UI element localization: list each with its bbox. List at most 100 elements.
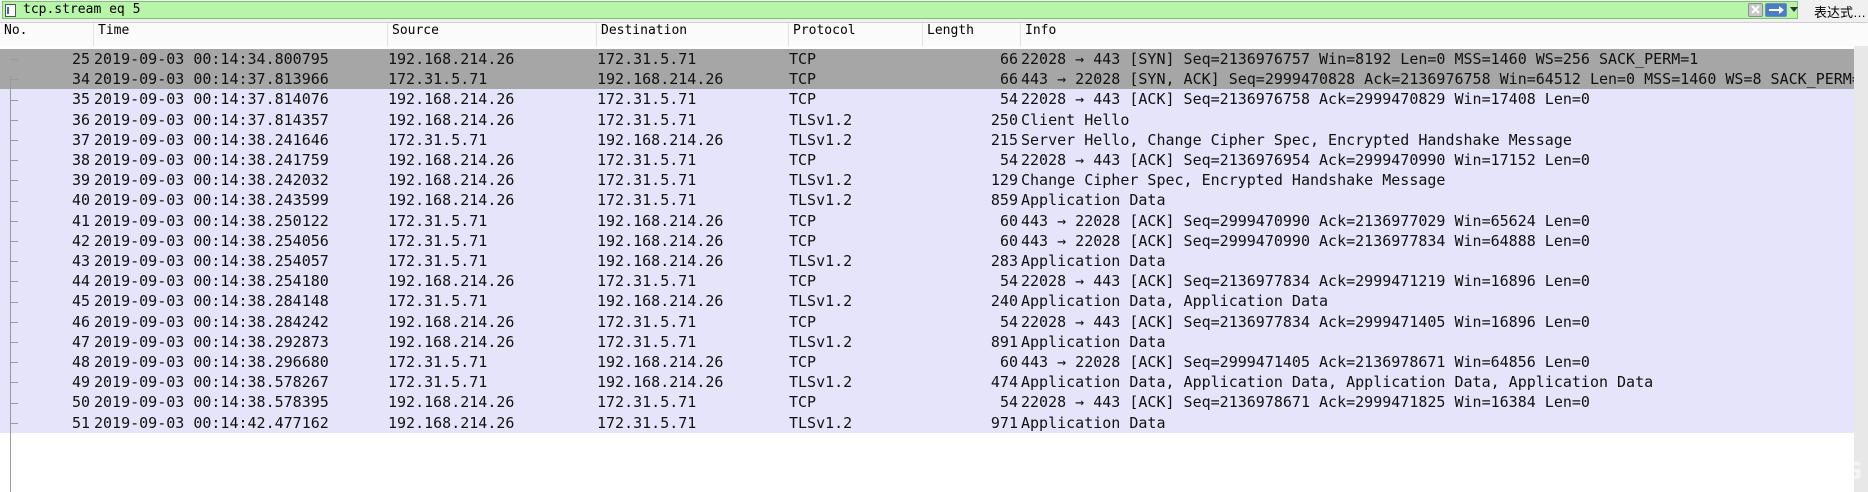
column-header-no[interactable]: No. [0,23,94,46]
packet-length: 54 [999,312,1018,331]
packet-row[interactable]: 36 2019-09-03 00:14:37.814357 192.168.214.… [0,109,1868,130]
column-header-info[interactable]: Info [1021,23,1868,46]
packet-length: 54 [999,272,1018,291]
packet-protocol: TLSv1.2 [789,191,853,210]
column-header-length[interactable]: Length [923,23,1021,46]
packet-destination: 192.168.214.26 [597,231,724,250]
conversation-tree-tick [10,220,18,222]
conversation-tree-tick [10,382,18,384]
packet-protocol: TLSv1.2 [789,332,853,351]
display-filter-input[interactable] [23,2,1743,18]
packet-row[interactable]: 51 2019-09-03 00:14:42.477162 192.168.214.… [0,412,1868,433]
packet-info: Application Data, Application Data, Appl… [1021,373,1654,392]
packet-source: 172.31.5.71 [388,211,488,230]
packet-time: 2019-09-03 00:14:38.292873 [94,332,329,351]
packet-info: Application Data [1021,413,1166,432]
conversation-tree-tick [10,180,18,182]
packet-protocol: TCP [789,70,817,89]
packet-source: 172.31.5.71 [388,373,488,392]
packet-list-scrollbar[interactable] [1854,46,1868,492]
packet-info: Client Hello [1021,110,1130,129]
packet-time: 2019-09-03 00:14:37.814357 [94,110,329,129]
column-header-destination[interactable]: Destination [597,23,789,46]
packet-destination: 172.31.5.71 [597,171,697,190]
packet-row[interactable]: 47 2019-09-03 00:14:38.292873 192.168.214.… [0,331,1868,352]
packet-length: 60 [999,211,1018,230]
packet-row[interactable]: 35 2019-09-03 00:14:37.814076 192.168.214.… [0,89,1868,110]
packet-row[interactable]: 39 2019-09-03 00:14:38.242032 192.168.214.… [0,170,1868,191]
packet-length: 54 [999,90,1018,109]
packet-row[interactable]: 45 2019-09-03 00:14:38.284148 172.31.5.71 1… [0,291,1868,312]
conversation-tree-line [10,76,11,492]
expression-button[interactable]: 表达式… [1814,2,1866,21]
packet-length: 66 [999,50,1018,68]
apply-filter-button[interactable] [1765,3,1787,17]
packet-row[interactable]: 38 2019-09-03 00:14:38.241759 192.168.214.… [0,150,1868,171]
packet-destination: 192.168.214.26 [597,70,724,89]
packet-info: Change Cipher Spec, Encrypted Handshake … [1021,171,1446,190]
column-header-time[interactable]: Time [94,23,388,46]
packet-destination: 172.31.5.71 [597,332,697,351]
packet-destination: 172.31.5.71 [597,151,697,169]
packet-info: Application Data [1021,332,1166,351]
packet-destination: 172.31.5.71 [597,393,697,412]
packet-info: Application Data [1021,191,1166,210]
packet-info: 443 → 22028 [SYN, ACK] Seq=2999470828 Ac… [1021,70,1866,89]
conversation-tree-tick [10,281,18,283]
packet-length: 240 [990,292,1018,311]
packet-time: 2019-09-03 00:14:42.477162 [94,413,329,432]
packet-destination: 192.168.214.26 [597,130,724,149]
packet-row[interactable]: 42 2019-09-03 00:14:38.254056 172.31.5.71 1… [0,230,1868,251]
packet-row[interactable]: 49 2019-09-03 00:14:38.578267 172.31.5.71 1… [0,372,1868,393]
conversation-tree-tick [10,321,18,323]
bookmark-icon[interactable] [5,4,16,17]
packet-protocol: TCP [789,50,817,68]
packet-source: 172.31.5.71 [388,252,488,270]
packet-length: 215 [990,130,1018,149]
packet-row[interactable]: 34 2019-09-03 00:14:37.813966 172.31.5.71 1… [0,69,1868,90]
packet-length: 66 [999,70,1018,89]
packet-time: 2019-09-03 00:14:38.243599 [94,191,329,210]
packet-row[interactable]: 41 2019-09-03 00:14:38.250122 172.31.5.71 1… [0,210,1868,231]
arrow-right-icon [1769,6,1784,14]
packet-row[interactable]: 44 2019-09-03 00:14:38.254180 192.168.214.… [0,271,1868,292]
packet-row[interactable]: 40 2019-09-03 00:14:38.243599 192.168.214.… [0,190,1868,211]
packet-time: 2019-09-03 00:14:38.254057 [94,252,329,270]
packet-row[interactable]: 50 2019-09-03 00:14:38.578395 192.168.214.… [0,392,1868,413]
packet-protocol: TCP [789,312,817,331]
packet-protocol: TCP [789,151,817,169]
column-header-source[interactable]: Source [388,23,597,46]
watermark-text: UEBUG [1769,457,1862,485]
packet-protocol: TLSv1.2 [789,413,853,432]
conversation-tree-tick [10,240,18,242]
packet-destination: 172.31.5.71 [597,90,697,109]
packet-destination: 192.168.214.26 [597,211,724,230]
packet-row[interactable]: 48 2019-09-03 00:14:38.296680 172.31.5.71 1… [0,352,1868,373]
packet-destination: 172.31.5.71 [597,191,697,210]
packet-length: 859 [990,191,1018,210]
conversation-tree-tick [10,301,18,303]
clear-filter-button[interactable] [1748,3,1763,17]
close-icon [1751,5,1760,14]
packet-source: 192.168.214.26 [388,110,515,129]
packet-length: 891 [990,332,1018,351]
packet-info: Application Data, Application Data [1021,292,1329,311]
packet-source: 192.168.214.26 [388,90,515,109]
conversation-tree-tick [10,200,18,202]
packet-row[interactable]: 25 2019-09-03 00:14:34.800795 192.168.214.… [0,49,1868,70]
packet-row[interactable]: 46 2019-09-03 00:14:38.284242 192.168.214.… [0,311,1868,332]
packet-row[interactable]: 37 2019-09-03 00:14:38.241646 172.31.5.71 1… [0,129,1868,150]
packet-length: 283 [990,252,1018,270]
column-header-protocol[interactable]: Protocol [789,23,923,46]
packet-time: 2019-09-03 00:14:38.578267 [94,373,329,392]
packet-source: 172.31.5.71 [388,353,488,371]
display-filter-field[interactable] [2,1,1798,19]
packet-row[interactable]: 43 2019-09-03 00:14:38.254057 172.31.5.71 1… [0,251,1868,272]
packet-length: 54 [999,151,1018,169]
packet-protocol: TCP [789,393,817,412]
packet-info: 22028 → 443 [ACK] Seq=2136976758 Ack=299… [1021,90,1590,109]
packet-info: Server Hello, Change Cipher Spec, Encryp… [1021,130,1572,149]
display-filter-toolbar: 表达式… [0,0,1868,23]
filter-history-dropdown[interactable] [1789,3,1799,17]
packet-source: 192.168.214.26 [388,171,515,190]
